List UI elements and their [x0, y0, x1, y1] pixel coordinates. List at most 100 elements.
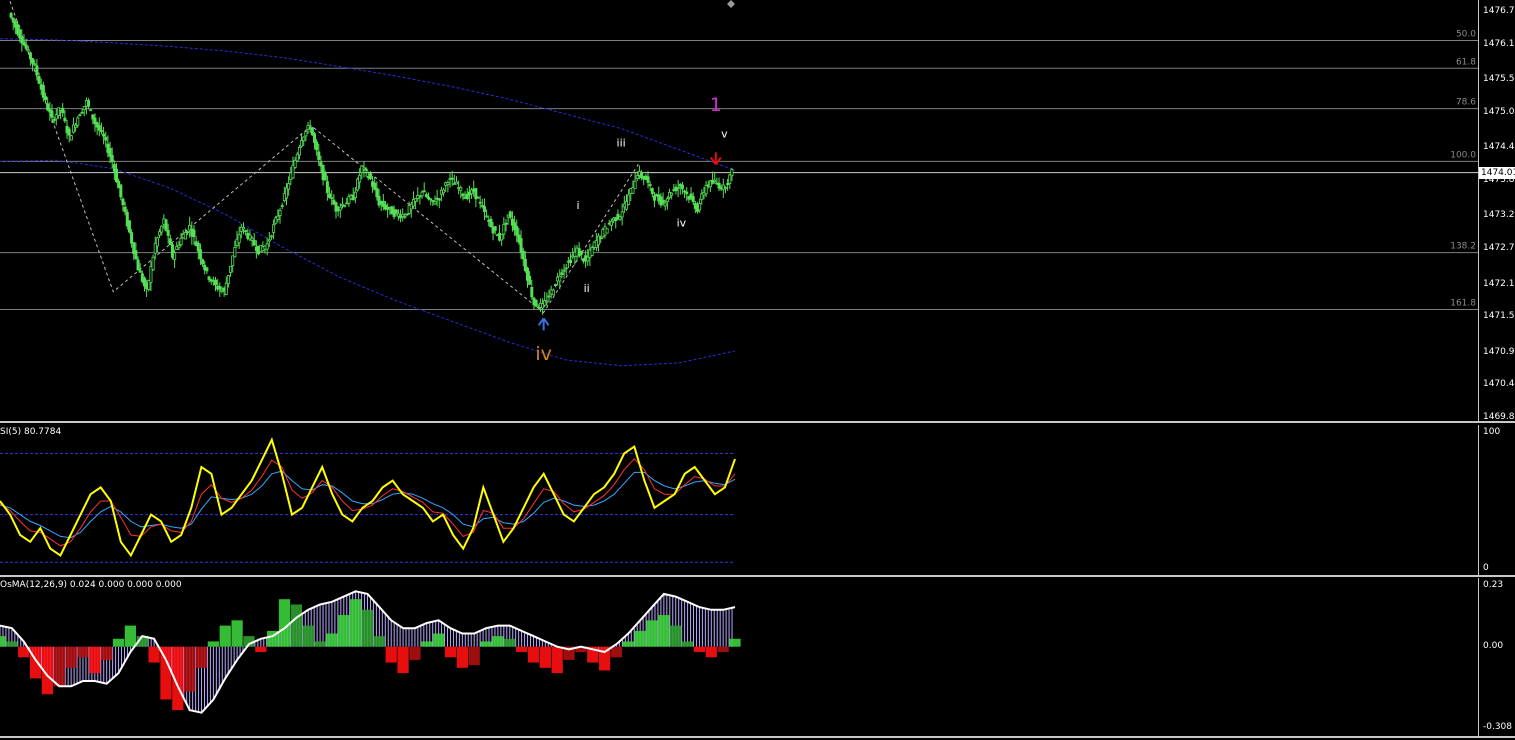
- osma-bar: [444, 646, 457, 658]
- osma-bar: [527, 646, 540, 663]
- candle-body: [44, 96, 48, 101]
- osma-bar: [314, 641, 326, 647]
- osma-axis: 0.23 0.00 -0.308: [1478, 578, 1515, 736]
- candle-body: [454, 181, 458, 185]
- osma-bar: [350, 599, 362, 647]
- candle-body: [267, 239, 271, 242]
- osma-bar: [551, 646, 563, 674]
- osma-bar: [184, 646, 196, 692]
- candle-body: [586, 256, 590, 262]
- rsi-indicator-label: SI(5) 80.7784: [0, 427, 62, 437]
- candle-body: [646, 176, 650, 183]
- candle-body: [293, 159, 297, 168]
- candle-body: [405, 213, 409, 216]
- osma-bar: [456, 646, 468, 668]
- price-axis-tick: 1470.42: [1483, 379, 1515, 390]
- rsi-panel[interactable]: SI(5) 80.7784: [0, 425, 1478, 575]
- price-axis-tick: 1476.72: [1483, 6, 1515, 16]
- candle-body: [18, 29, 22, 39]
- price-axis: 1476.72 1476.17 1475.57 1475.02 1474.42 1473.…: [1478, 0, 1515, 422]
- price-chart-panel[interactable]: 50.0 61.8 78.6 100.0 138.2 161.8 iv i ii iii iv v 1: [0, 0, 1478, 421]
- candle-body: [82, 106, 86, 111]
- candle-body: [186, 231, 190, 234]
- candle-body: [528, 275, 532, 285]
- current-price-box: 1474.01: [1479, 166, 1515, 179]
- candle-body: [459, 187, 463, 191]
- lower-band-curve: [0, 159, 736, 367]
- candle-body: [89, 109, 93, 112]
- osma-bar: [255, 646, 267, 652]
- candle-body: [396, 213, 400, 217]
- osma-bar: [409, 646, 421, 660]
- osma-bar: [124, 625, 137, 647]
- candle-body: [285, 187, 289, 199]
- osma-bar: [89, 646, 101, 674]
- candle-body: [635, 175, 639, 179]
- fib-level-label: 138.2: [1450, 242, 1476, 252]
- osma-bar: [693, 646, 706, 652]
- candle-body: [485, 215, 489, 218]
- osma-bar: [77, 646, 89, 658]
- candle-body: [343, 205, 347, 207]
- candle-body: [233, 246, 237, 258]
- candle-body: [519, 238, 523, 253]
- osma-panel[interactable]: OsMA(12,26,9) 0.024 0.000 0.000 0.000: [0, 578, 1478, 736]
- candle-body: [521, 250, 525, 260]
- candle-body: [328, 193, 332, 198]
- candle-body: [155, 237, 159, 247]
- osma-bar: [634, 630, 646, 647]
- osma-bar: [65, 646, 77, 668]
- candle-body: [250, 237, 254, 241]
- candle-body: [323, 172, 327, 181]
- osma-bar: [432, 633, 445, 647]
- candle-body: [560, 272, 564, 275]
- candle-body: [590, 247, 594, 256]
- candle-body: [300, 140, 304, 147]
- osma-bar: [101, 646, 113, 660]
- candle-body: [364, 168, 368, 171]
- rsi-axis: 100 0: [1478, 425, 1515, 575]
- candle-body: [368, 173, 372, 180]
- osma-bar: [670, 625, 682, 647]
- panel-separator[interactable]: [0, 421, 1515, 423]
- osma-bar: [326, 633, 338, 647]
- osma-axis-tick: 0.23: [1483, 580, 1504, 590]
- candle-body: [136, 259, 140, 271]
- wave-label: ii: [584, 282, 590, 295]
- candle-body: [265, 243, 269, 250]
- candle-body: [558, 275, 562, 282]
- osma-bar: [112, 638, 125, 647]
- osma-bar: [397, 646, 409, 674]
- candle-body: [168, 238, 172, 246]
- osma-bar: [278, 599, 291, 647]
- candle-body: [304, 131, 308, 137]
- osma-bar: [610, 646, 623, 658]
- candle-body: [302, 136, 306, 142]
- osma-bar: [681, 641, 694, 647]
- candle-body: [609, 220, 613, 226]
- candle-body: [680, 184, 684, 190]
- candle-body: [207, 276, 211, 280]
- candle-body: [87, 100, 91, 107]
- candle-body: [287, 183, 291, 190]
- candle-body: [218, 286, 222, 290]
- candle-body: [151, 256, 155, 271]
- candle-body: [138, 270, 142, 273]
- candle-body: [723, 187, 727, 189]
- candle-body: [278, 210, 282, 216]
- panel-separator[interactable]: [0, 575, 1515, 577]
- candle-body: [375, 188, 379, 198]
- osma-bar: [515, 646, 528, 652]
- candle-body: [633, 180, 637, 189]
- rsi-axis-tick: 100: [1483, 427, 1501, 437]
- candle-body: [424, 194, 428, 198]
- candle-body: [599, 237, 603, 240]
- candle-body: [338, 206, 342, 211]
- candle-body: [252, 240, 256, 246]
- fib-level-label: 100.0: [1450, 150, 1476, 160]
- candle-body: [534, 299, 538, 307]
- candle-body: [205, 267, 209, 272]
- osma-bar: [717, 646, 729, 652]
- zigzag-line: [9, 1, 639, 314]
- candle-body: [728, 174, 732, 184]
